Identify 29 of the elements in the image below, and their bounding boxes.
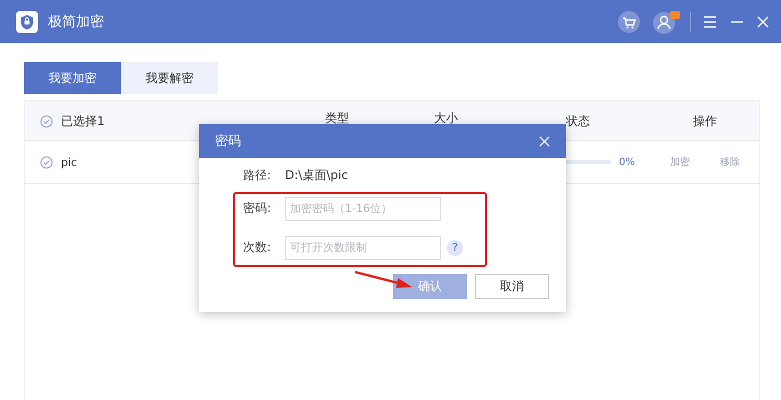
lock-shield-icon	[16, 10, 38, 32]
help-icon[interactable]: ?	[447, 240, 463, 256]
check-circle-icon[interactable]	[40, 156, 53, 168]
dialog-title: 密码	[215, 133, 241, 150]
field-label: 次数:	[243, 239, 272, 256]
column-header: 大小	[433, 110, 459, 126]
column-header: 类型	[324, 110, 350, 126]
path-value: D:\桌面\pic	[285, 166, 348, 184]
check-circle-icon[interactable]	[40, 115, 53, 128]
tab[interactable]: 我要加密	[24, 62, 121, 94]
column-header: 已选择1	[61, 113, 106, 129]
user-avatar-icon[interactable]	[652, 10, 682, 34]
minimize-icon[interactable]	[731, 20, 743, 22]
window-title: 极简加密	[48, 12, 104, 30]
column-header: 操作	[692, 113, 718, 129]
progress-reading: 0%	[619, 156, 635, 168]
tab[interactable]: 我要解密	[121, 62, 218, 94]
close-icon[interactable]	[757, 16, 769, 28]
input-field[interactable]: 加密密码（1-16位）	[285, 196, 441, 220]
column-header: 状态	[565, 113, 591, 129]
file-name: pic	[61, 156, 78, 168]
menu-icon[interactable]	[703, 16, 717, 28]
field-label: 密码:	[243, 200, 272, 217]
input-field[interactable]: 可打开次数限制	[285, 236, 441, 260]
path-label: 路径:	[243, 166, 272, 184]
close-icon[interactable]	[539, 136, 550, 146]
pointer-arrow	[354, 270, 414, 290]
dialog-button[interactable]: 取消	[475, 274, 549, 299]
cart-icon[interactable]	[618, 10, 640, 32]
